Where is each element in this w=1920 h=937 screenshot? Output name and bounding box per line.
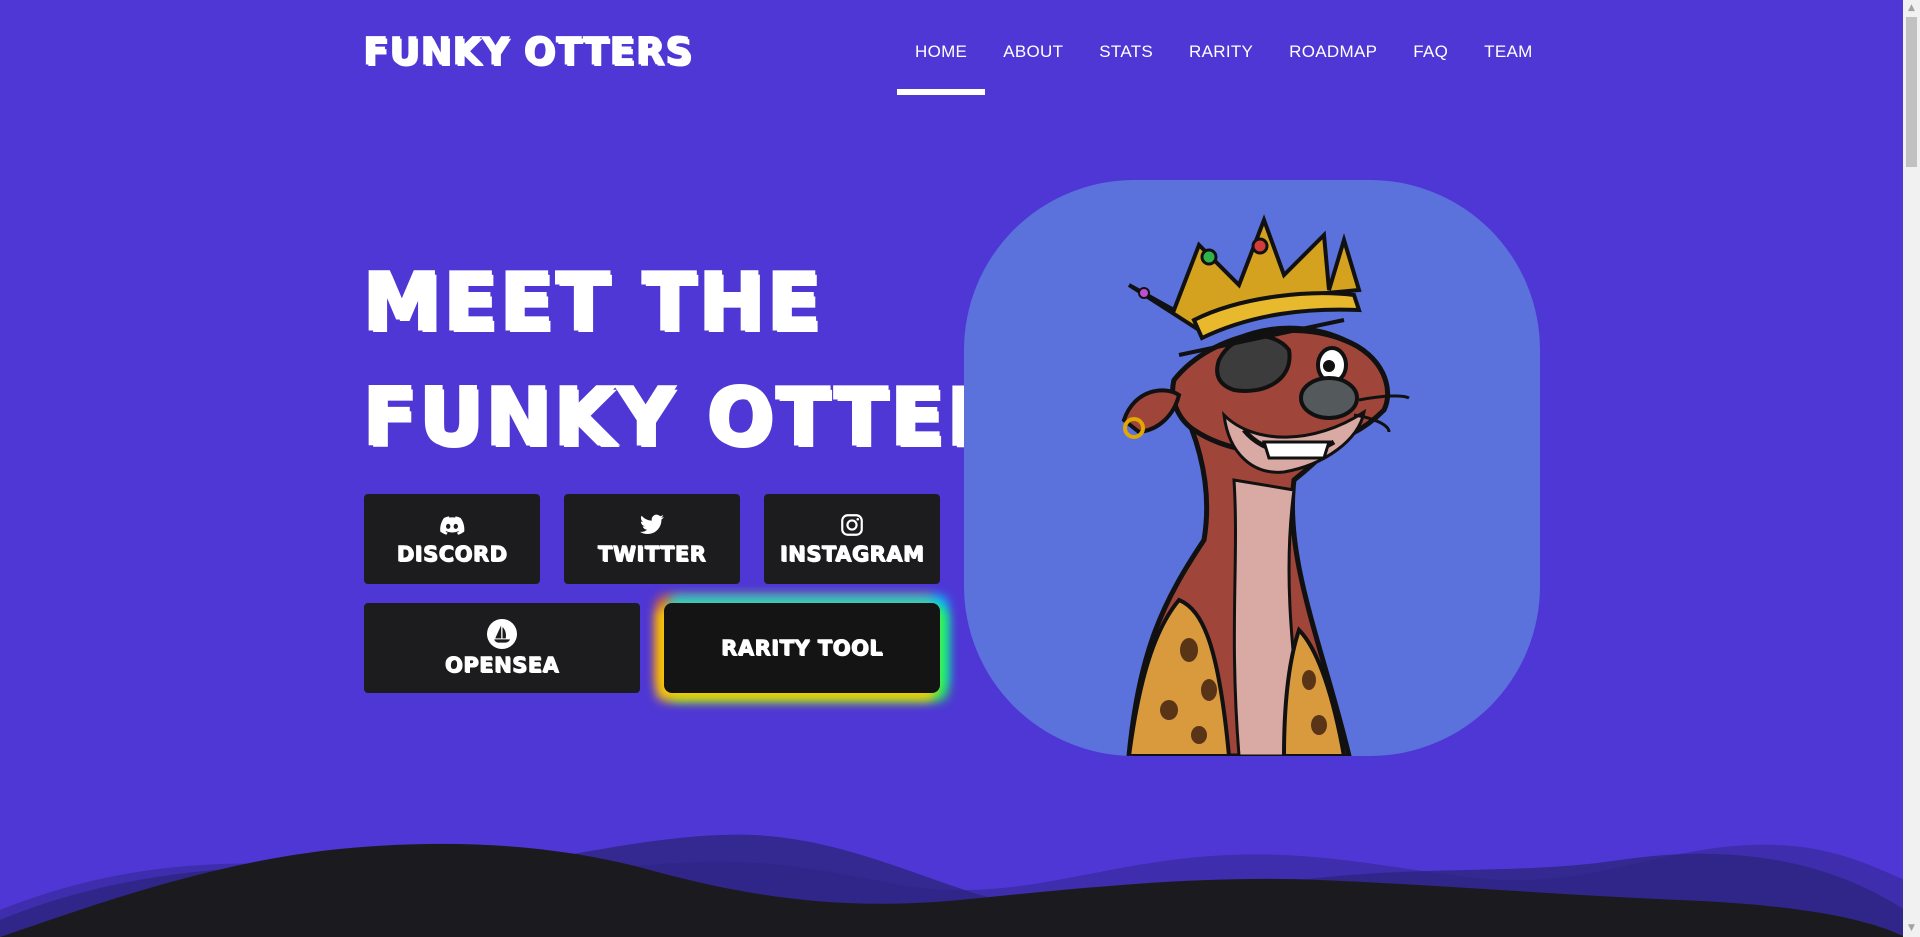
crown-gem-pink [1138, 287, 1150, 299]
discord-button[interactable]: DISCORD [364, 494, 540, 584]
leopard-vest-right [1281, 626, 1347, 756]
crown [1127, 214, 1362, 341]
nav-rarity[interactable]: RARITY [1171, 42, 1271, 62]
otter-illustration [1121, 214, 1410, 756]
nav-faq[interactable]: FAQ [1395, 42, 1466, 62]
crown-gem-red [1251, 237, 1269, 255]
main-nav: HOME ABOUT STATS RARITY ROADMAP FAQ TEAM [897, 42, 1551, 95]
twitter-icon [640, 514, 664, 534]
page: FUNKY OTTERS HOME ABOUT STATS RARITY ROA… [0, 0, 1920, 937]
scroll-down-arrow-icon[interactable]: ▼ [1903, 920, 1920, 937]
opensea-icon [487, 619, 517, 649]
otter-ear [1121, 388, 1182, 435]
nav-about[interactable]: ABOUT [985, 42, 1081, 62]
scroll-thumb[interactable] [1906, 17, 1917, 167]
nav-team[interactable]: TEAM [1466, 42, 1550, 62]
instagram-label: INSTAGRAM [779, 542, 925, 567]
rarity-tool-label: RARITY TOOL [720, 636, 884, 661]
nav-roadmap[interactable]: ROADMAP [1271, 42, 1395, 62]
twitter-label: TWITTER [597, 542, 707, 567]
otter-teeth [1261, 440, 1332, 460]
site-logo[interactable]: FUNKY OTTERS [363, 30, 693, 74]
rarity-tool-button[interactable]: RARITY TOOL [664, 603, 940, 693]
instagram-icon [841, 514, 863, 536]
opensea-button[interactable]: OPENSEA [364, 603, 640, 693]
otter-nose [1299, 376, 1359, 420]
otter-artwork [964, 180, 1540, 756]
nav-home[interactable]: HOME [897, 42, 986, 95]
crown-gem-green [1200, 248, 1218, 266]
twitter-button[interactable]: TWITTER [564, 494, 740, 584]
decorative-waves [0, 834, 1905, 937]
scroll-up-arrow-icon[interactable]: ▲ [1903, 0, 1920, 17]
page-scrollbar[interactable]: ▲ ▼ [1903, 0, 1920, 937]
discord-icon [440, 516, 465, 535]
discord-label: DISCORD [396, 542, 508, 567]
nav-stats[interactable]: STATS [1081, 42, 1171, 62]
opensea-label: OPENSEA [444, 653, 560, 678]
instagram-button[interactable]: INSTAGRAM [764, 494, 940, 584]
